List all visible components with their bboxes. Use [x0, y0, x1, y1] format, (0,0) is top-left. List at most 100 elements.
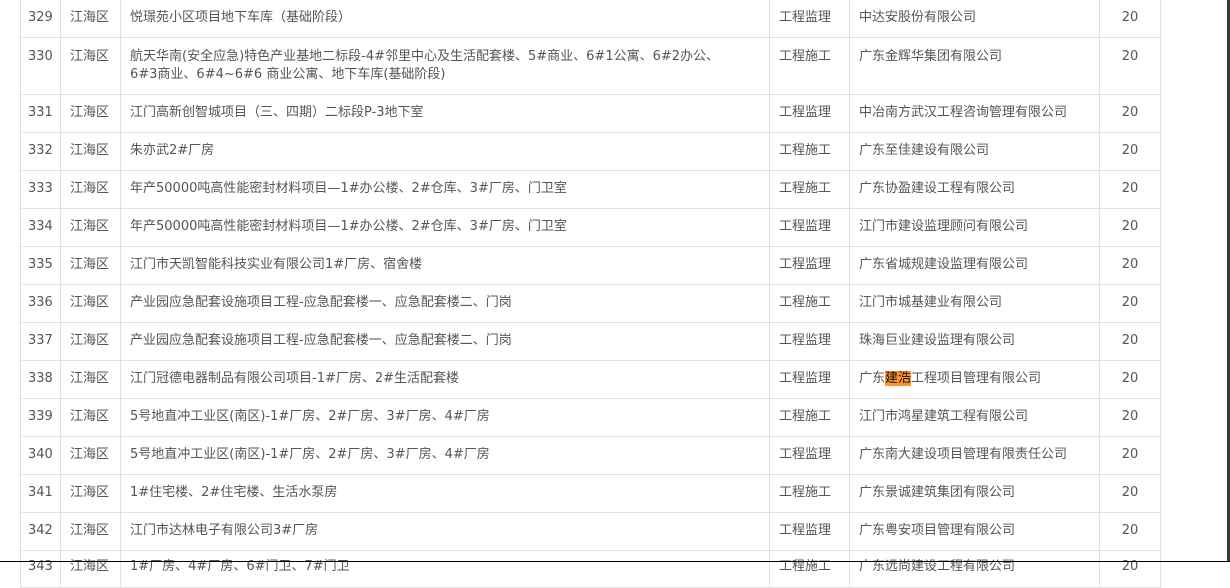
row-number: 333	[20, 170, 61, 209]
row-number: 337	[20, 322, 61, 361]
table-row: 338 江海区 江门冠德电器制品有限公司项目-1#厂房、2#生活配套楼 工程监理…	[20, 360, 1161, 399]
project-name-cell: 江门市天凯智能科技实业有限公司1#厂房、宿舍楼	[120, 246, 770, 285]
score-cell: 20	[1099, 550, 1161, 588]
table-row: 343 江海区 1#厂房、4#厂房、6#门卫、7#门卫 工程施工 广东远尚建设工…	[20, 550, 1161, 588]
table-row: 331 江海区 江门高新创智城项目（三、四期）二标段P-3地下室 工程监理 中冶…	[20, 94, 1161, 133]
table-row: 336 江海区 产业园应急配套设施项目工程-应急配套楼一、应急配套楼二、门岗 工…	[20, 284, 1161, 323]
district-cell: 江海区	[60, 94, 121, 133]
table-row: 334 江海区 年产50000吨高性能密封材料项目—1#办公楼、2#仓库、3#厂…	[20, 208, 1161, 247]
company-cell: 江门市鸿星建筑工程有限公司	[849, 398, 1100, 437]
project-name-cell: 5号地直冲工业区(南区)-1#厂房、2#厂房、3#厂房、4#厂房	[120, 398, 770, 437]
table-row: 341 江海区 1#住宅楼、2#住宅楼、生活水泵房 工程施工 广东景诚建筑集团有…	[20, 474, 1161, 513]
project-name-cell: 1#住宅楼、2#住宅楼、生活水泵房	[120, 474, 770, 513]
work-type-cell: 工程施工	[769, 474, 850, 513]
district-cell: 江海区	[60, 474, 121, 513]
score-cell: 20	[1099, 0, 1161, 38]
row-number: 330	[20, 37, 61, 95]
work-type-cell: 工程施工	[769, 398, 850, 437]
score-cell: 20	[1099, 37, 1161, 95]
work-type-cell: 工程施工	[769, 550, 850, 588]
row-number: 334	[20, 208, 61, 247]
project-name-cell: 悦璟苑小区项目地下车库（基础阶段）	[120, 0, 770, 38]
score-cell: 20	[1099, 436, 1161, 475]
project-name-cell: 江门冠德电器制品有限公司项目-1#厂房、2#生活配套楼	[120, 360, 770, 399]
work-type-cell: 工程施工	[769, 170, 850, 209]
district-cell: 江海区	[60, 550, 121, 588]
company-cell: 江门市建设监理顾问有限公司	[849, 208, 1100, 247]
score-cell: 20	[1099, 322, 1161, 361]
district-cell: 江海区	[60, 284, 121, 323]
company-cell: 广东南大建设项目管理有限责任公司	[849, 436, 1100, 475]
search-highlight: 建浩	[885, 371, 912, 386]
work-type-cell: 工程施工	[769, 132, 850, 171]
work-type-cell: 工程监理	[769, 322, 850, 361]
company-cell: 江门市城基建业有限公司	[849, 284, 1100, 323]
work-type-cell: 工程监理	[769, 246, 850, 285]
district-cell: 江海区	[60, 37, 121, 95]
table-row: 340 江海区 5号地直冲工业区(南区)-1#厂房、2#厂房、3#厂房、4#厂房…	[20, 436, 1161, 475]
row-number: 335	[20, 246, 61, 285]
score-cell: 20	[1099, 398, 1161, 437]
company-cell: 广东金辉华集团有限公司	[849, 37, 1100, 95]
project-name-cell: 江门高新创智城项目（三、四期）二标段P-3地下室	[120, 94, 770, 133]
district-cell: 江海区	[60, 360, 121, 399]
district-cell: 江海区	[60, 132, 121, 171]
company-cell: 广东至佳建设有限公司	[849, 132, 1100, 171]
score-cell: 20	[1099, 512, 1161, 551]
company-cell: 广东省城规建设监理有限公司	[849, 246, 1100, 285]
company-cell: 广东建浩工程项目管理有限公司	[849, 360, 1100, 399]
project-name-cell: 1#厂房、4#厂房、6#门卫、7#门卫	[120, 550, 770, 588]
table-row: 337 江海区 产业园应急配套设施项目工程-应急配套楼一、应急配套楼二、门岗 工…	[20, 322, 1161, 361]
row-number: 336	[20, 284, 61, 323]
company-cell: 广东远尚建设工程有限公司	[849, 550, 1100, 588]
project-name-cell: 朱亦武2#厂房	[120, 132, 770, 171]
score-cell: 20	[1099, 360, 1161, 399]
district-cell: 江海区	[60, 246, 121, 285]
district-cell: 江海区	[60, 512, 121, 551]
work-type-cell: 工程监理	[769, 360, 850, 399]
district-cell: 江海区	[60, 170, 121, 209]
work-type-cell: 工程施工	[769, 37, 850, 95]
work-type-cell: 工程监理	[769, 0, 850, 38]
project-name-cell: 5号地直冲工业区(南区)-1#厂房、2#厂房、3#厂房、4#厂房	[120, 436, 770, 475]
work-type-cell: 工程监理	[769, 512, 850, 551]
company-cell: 广东景诚建筑集团有限公司	[849, 474, 1100, 513]
project-name-cell: 年产50000吨高性能密封材料项目—1#办公楼、2#仓库、3#厂房、门卫室	[120, 170, 770, 209]
score-cell: 20	[1099, 170, 1161, 209]
row-number: 340	[20, 436, 61, 475]
work-type-cell: 工程监理	[769, 436, 850, 475]
score-cell: 20	[1099, 474, 1161, 513]
row-number: 343	[20, 550, 61, 588]
district-cell: 江海区	[60, 436, 121, 475]
score-cell: 20	[1099, 246, 1161, 285]
score-cell: 20	[1099, 132, 1161, 171]
company-cell: 中达安股份有限公司	[849, 0, 1100, 38]
company-cell: 中冶南方武汉工程咨询管理有限公司	[849, 94, 1100, 133]
score-cell: 20	[1099, 208, 1161, 247]
table-row: 330 江海区 航天华南(安全应急)特色产业基地二标段-4#邻里中心及生活配套楼…	[20, 37, 1161, 95]
table-row: 342 江海区 江门市达林电子有限公司3#厂房 工程监理 广东粤安项目管理有限公…	[20, 512, 1161, 551]
row-number: 332	[20, 132, 61, 171]
score-cell: 20	[1099, 94, 1161, 133]
district-cell: 江海区	[60, 322, 121, 361]
project-name-cell: 航天华南(安全应急)特色产业基地二标段-4#邻里中心及生活配套楼、5#商业、6#…	[120, 37, 770, 95]
project-name-cell: 江门市达林电子有限公司3#厂房	[120, 512, 770, 551]
table-row: 332 江海区 朱亦武2#厂房 工程施工 广东至佳建设有限公司 20	[20, 132, 1161, 171]
table-row: 329 江海区 悦璟苑小区项目地下车库（基础阶段） 工程监理 中达安股份有限公司…	[20, 0, 1161, 38]
row-number: 339	[20, 398, 61, 437]
district-cell: 江海区	[60, 208, 121, 247]
company-cell: 广东协盈建设工程有限公司	[849, 170, 1100, 209]
row-number: 329	[20, 0, 61, 38]
table-row: 335 江海区 江门市天凯智能科技实业有限公司1#厂房、宿舍楼 工程监理 广东省…	[20, 246, 1161, 285]
work-type-cell: 工程施工	[769, 284, 850, 323]
company-name-suffix: 工程项目管理有限公司	[911, 371, 1042, 386]
row-number: 338	[20, 360, 61, 399]
row-number: 341	[20, 474, 61, 513]
table-row: 333 江海区 年产50000吨高性能密封材料项目—1#办公楼、2#仓库、3#厂…	[20, 170, 1161, 209]
district-cell: 江海区	[60, 398, 121, 437]
table-row: 339 江海区 5号地直冲工业区(南区)-1#厂房、2#厂房、3#厂房、4#厂房…	[20, 398, 1161, 437]
row-number: 342	[20, 512, 61, 551]
work-type-cell: 工程监理	[769, 208, 850, 247]
project-name-cell: 产业园应急配套设施项目工程-应急配套楼一、应急配套楼二、门岗	[120, 322, 770, 361]
company-cell: 珠海巨业建设监理有限公司	[849, 322, 1100, 361]
